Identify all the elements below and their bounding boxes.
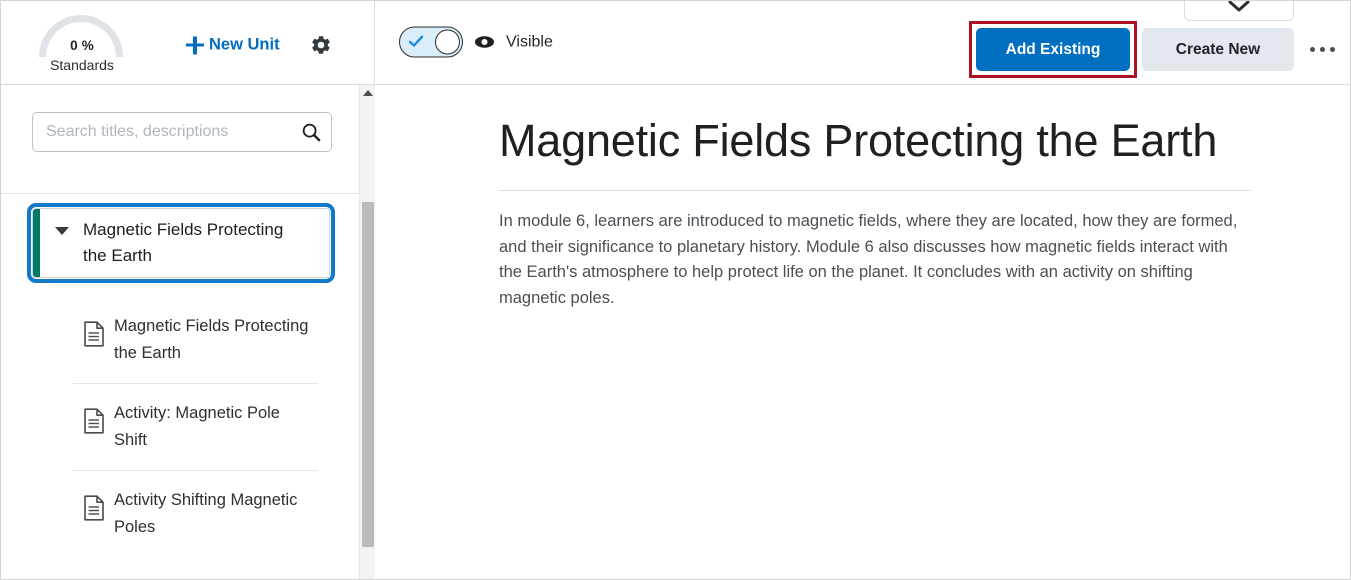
list-item[interactable]: Activity: Magnetic Pole Shift bbox=[73, 384, 318, 471]
list-item-label: Activity: Magnetic Pole Shift bbox=[114, 404, 280, 449]
standards-gauge: 0 % Standards bbox=[39, 9, 125, 73]
visibility-label: Visible bbox=[506, 33, 553, 50]
new-unit-label: New Unit bbox=[209, 35, 280, 54]
top-header: 0 % Standards New Unit Visible Add Exist… bbox=[1, 1, 1350, 85]
sidebar-scrollbar[interactable] bbox=[359, 85, 375, 579]
top-collapse-button[interactable] bbox=[1184, 1, 1294, 21]
caret-up-icon[interactable] bbox=[363, 90, 373, 96]
gauge-percent: 0 % bbox=[70, 38, 94, 53]
search-input[interactable] bbox=[33, 114, 292, 150]
sidebar-unit-item[interactable]: Magnetic Fields Protecting the Earth bbox=[27, 203, 335, 283]
document-icon bbox=[83, 408, 105, 434]
header-right-panel: Visible Add Existing Create New bbox=[376, 1, 1350, 84]
gauge-label: Standards bbox=[50, 57, 114, 73]
check-icon bbox=[408, 34, 424, 50]
more-options-button[interactable] bbox=[1300, 32, 1344, 66]
plus-icon bbox=[186, 36, 204, 54]
settings-button[interactable] bbox=[306, 30, 336, 60]
search-box[interactable] bbox=[32, 112, 332, 152]
title-divider bbox=[499, 190, 1251, 191]
document-icon bbox=[83, 321, 105, 347]
main-content: Magnetic Fields Protecting the Earth In … bbox=[376, 85, 1350, 579]
document-icon bbox=[83, 495, 105, 521]
header-left-panel: 0 % Standards New Unit bbox=[1, 1, 375, 84]
caret-down-icon[interactable] bbox=[55, 227, 69, 235]
scrollbar-thumb[interactable] bbox=[362, 202, 374, 547]
chevron-down-icon bbox=[1228, 1, 1250, 18]
course-builder-window: 0 % Standards New Unit Visible Add Exist… bbox=[0, 0, 1351, 580]
list-item-label: Activity Shifting Magnetic Poles bbox=[114, 491, 298, 536]
list-item-label: Magnetic Fields Protecting the Earth bbox=[114, 317, 309, 362]
visibility-control: Visible bbox=[399, 26, 553, 58]
toggle-knob bbox=[435, 29, 460, 55]
sidebar-children-list: Magnetic Fields Protecting the Earth Act… bbox=[1, 297, 374, 558]
new-unit-button[interactable]: New Unit bbox=[186, 36, 280, 55]
search-row bbox=[1, 85, 374, 194]
unit-description: In module 6, learners are introduced to … bbox=[499, 212, 1238, 307]
list-item[interactable]: Magnetic Fields Protecting the Earth bbox=[73, 297, 318, 384]
visibility-toggle[interactable] bbox=[399, 26, 463, 58]
add-existing-button[interactable]: Add Existing bbox=[976, 28, 1130, 71]
list-item[interactable]: Activity Shifting Magnetic Poles bbox=[73, 471, 318, 558]
search-icon[interactable] bbox=[291, 113, 331, 151]
sidebar-unit-inner: Magnetic Fields Protecting the Earth bbox=[32, 208, 330, 278]
gear-icon bbox=[310, 34, 332, 56]
unit-accent-bar bbox=[33, 209, 40, 277]
ellipsis-icon bbox=[1309, 46, 1335, 52]
eye-icon bbox=[474, 35, 495, 50]
create-new-button[interactable]: Create New bbox=[1142, 28, 1294, 71]
page-title: Magnetic Fields Protecting the Earth bbox=[499, 115, 1218, 166]
course-outline-sidebar: Magnetic Fields Protecting the Earth Mag… bbox=[1, 85, 375, 579]
sidebar-unit-title: Magnetic Fields Protecting the Earth bbox=[83, 220, 284, 265]
